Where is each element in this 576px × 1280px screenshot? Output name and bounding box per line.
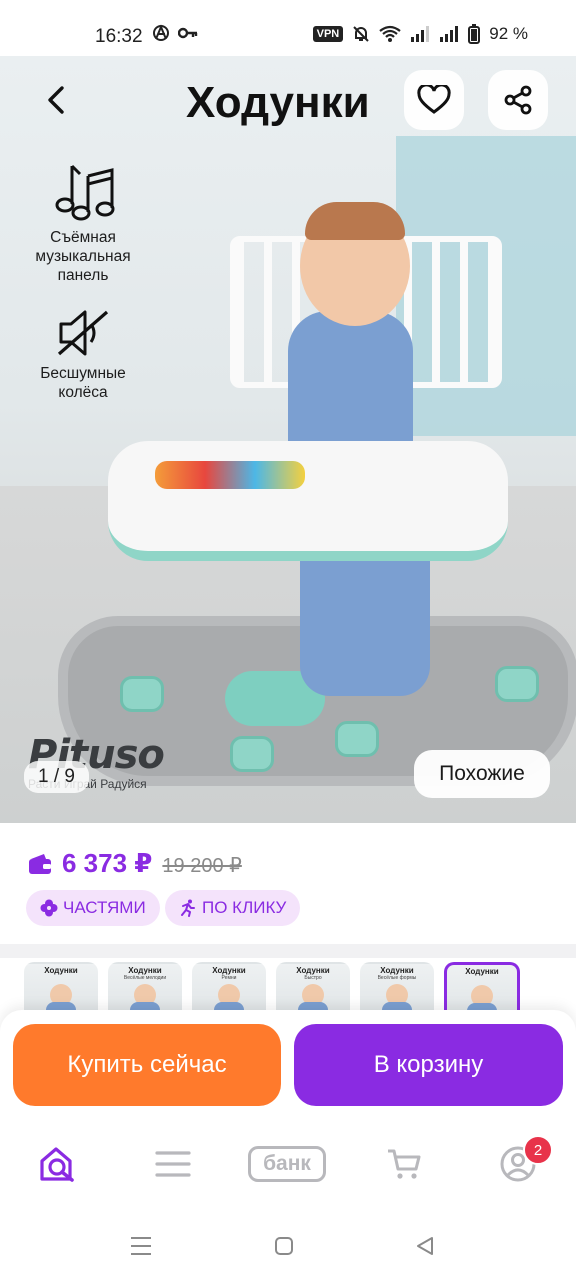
battery-icon (468, 24, 481, 44)
thumbnail-title: Ходунки (44, 966, 78, 975)
walker-wheel (335, 721, 379, 757)
chevron-left-icon (48, 86, 64, 114)
home-icon[interactable] (274, 1236, 294, 1256)
feature-silent-wheels: Бесшумные колёса (20, 308, 146, 402)
mute-bell-icon (353, 26, 369, 42)
feature-music-panel: Съёмная музыкальная панель (20, 160, 146, 285)
thumbnail-title: Ходунки (296, 966, 330, 975)
thumbnail-subtitle: Быстро (304, 975, 322, 981)
recent-apps-icon[interactable] (130, 1236, 152, 1256)
signal-icon-2 (440, 26, 459, 42)
chip-installments[interactable]: ЧАСТЯМИ (26, 890, 160, 926)
section-divider (0, 944, 576, 958)
walker-wheel (495, 666, 539, 702)
share-button[interactable] (488, 70, 548, 130)
signal-icon-1 (411, 26, 430, 42)
price-row: 6 373 ₽ 19 200 ₽ (28, 848, 242, 879)
walker-wheel (230, 736, 274, 772)
current-price: 6 373 ₽ (62, 848, 153, 878)
thumbnail-title: Ходунки (465, 967, 499, 976)
chip-label: ЧАСТЯМИ (63, 898, 146, 917)
status-time: 16:32 (95, 26, 143, 47)
back-nav-icon[interactable] (414, 1236, 436, 1256)
baby-hair (305, 202, 405, 240)
similar-button[interactable]: Похожие (414, 750, 550, 798)
clover-icon (40, 899, 58, 917)
chip-label: ПО КЛИКУ (202, 898, 287, 917)
anarchy-icon (153, 24, 169, 41)
thumbnail-subtitle: Ремни (221, 975, 237, 981)
walker-wheel (120, 676, 164, 712)
walker-toy-panel (155, 461, 305, 489)
battery-percent: 92 % (489, 24, 528, 43)
status-right-icons: VPN 92 % (312, 24, 528, 44)
profile-badge: 2 (523, 1135, 553, 1165)
status-bar: 16:32 VPN 92 % (0, 0, 576, 56)
buy-now-button[interactable]: Купить сейчас (13, 1024, 281, 1106)
nav-cart[interactable] (380, 1142, 428, 1186)
menu-icon (155, 1151, 191, 1177)
mute-speaker-icon (57, 310, 109, 356)
music-notes-icon (55, 164, 115, 221)
back-button[interactable] (36, 78, 80, 122)
cart-icon (388, 1149, 421, 1179)
walker-tray (108, 441, 508, 561)
home-search-icon (40, 1147, 74, 1182)
thumbnail-title: Ходунки (212, 966, 246, 975)
nav-catalog[interactable] (149, 1142, 197, 1186)
thumbnail-title: Ходунки (128, 966, 162, 975)
heart-icon (417, 85, 451, 114)
status-left-icons (152, 24, 198, 42)
add-to-cart-button[interactable]: В корзину (294, 1024, 563, 1106)
feature-label: Съёмная музыкальная панель (35, 229, 131, 284)
page-title: Ходунки (186, 78, 370, 127)
thumbnail-title: Ходунки (380, 966, 414, 975)
running-person-icon (181, 899, 195, 917)
old-price: 19 200 ₽ (162, 855, 242, 877)
vpn-badge: VPN (312, 26, 344, 42)
image-counter: 1 / 9 (24, 761, 89, 793)
system-nav-bar (0, 1210, 576, 1280)
chip-one-click[interactable]: ПО КЛИКУ (165, 890, 301, 926)
feature-label: Бесшумные колёса (40, 365, 126, 401)
nav-home[interactable] (34, 1142, 82, 1186)
wifi-icon (379, 25, 401, 42)
favorite-button[interactable] (404, 70, 464, 130)
wallet-icon (29, 853, 51, 874)
nav-bank[interactable]: банк (248, 1146, 326, 1182)
thumbnail-subtitle: Весёлые формы (377, 975, 417, 981)
key-icon (178, 27, 198, 39)
thumbnail-subtitle: Весёлые мелодии (123, 975, 167, 981)
share-icon (504, 85, 532, 115)
